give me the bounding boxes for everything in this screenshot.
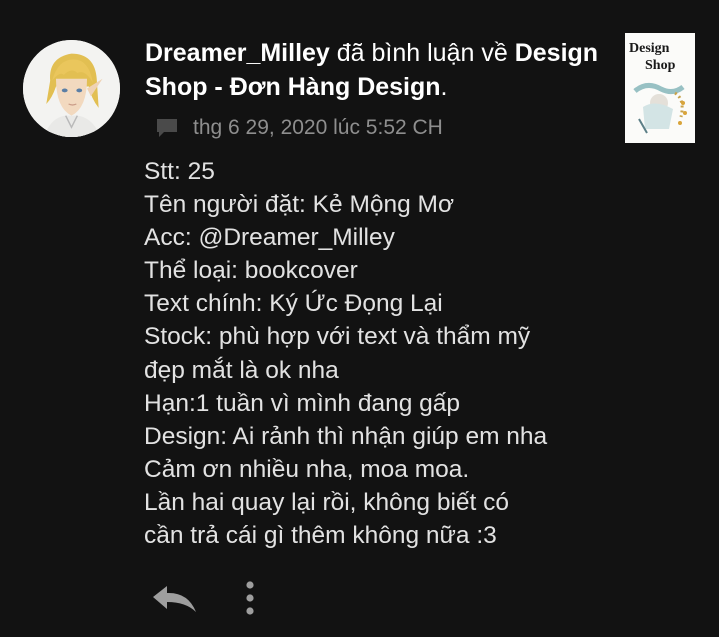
action-text: đã bình luận về: [329, 39, 515, 67]
avatar-illustration: [23, 40, 120, 137]
speech-bubble-icon: [157, 119, 177, 137]
comment-line: Stt: 25: [144, 158, 215, 185]
comment-line: Hạn:1 tuần vì mình đang gấp: [144, 389, 460, 417]
comment-body: Stt: 25 Tên người đặt: Kẻ Mộng Mơ Acc: @…: [144, 155, 614, 552]
user-name-link[interactable]: Dreamer_Milley: [145, 39, 330, 67]
vertical-dots-icon: [246, 581, 254, 615]
comment-line: Lần hai quay lại rồi, không biết có: [144, 488, 510, 516]
comment-line: Acc: @Dreamer_Milley: [144, 224, 395, 252]
cover-title-line1: Design: [629, 41, 670, 56]
comment-line: Stock: phù hợp với text và thẩm mỹ: [144, 323, 531, 351]
cover-title-line2: Shop: [645, 58, 676, 73]
more-options-button[interactable]: [238, 578, 262, 618]
comment-line: Tên người đặt: Kẻ Mộng Mơ: [144, 191, 455, 219]
comment-line: Design: Ai rảnh thì nhận giúp em nha: [144, 422, 548, 450]
comment-line: Thể loại: bookcover: [144, 257, 358, 285]
notification-meta: thg 6 29, 2020 lúc 5:52 CH: [155, 113, 443, 143]
comment-line: Cảm ơn nhiều nha, moa moa.: [144, 455, 470, 483]
story-cover-thumbnail[interactable]: Design Shop: [625, 33, 695, 143]
comment-line: cần trả cái gì thêm không nữa :3: [144, 522, 497, 550]
notification-title[interactable]: Dreamer_Milley đã bình luận về Design Sh…: [145, 36, 600, 104]
comment-line: Text chính: Ký Ức Đọng Lại: [144, 290, 443, 318]
reply-button[interactable]: [150, 584, 198, 614]
reply-arrow-icon: [153, 586, 196, 612]
cover-art: Design Shop: [625, 33, 695, 143]
title-end: .: [440, 73, 448, 101]
comment-line: đẹp mắt là ok nha: [144, 356, 339, 384]
timestamp: thg 6 29, 2020 lúc 5:52 CH: [193, 116, 443, 139]
user-avatar[interactable]: [23, 40, 120, 137]
